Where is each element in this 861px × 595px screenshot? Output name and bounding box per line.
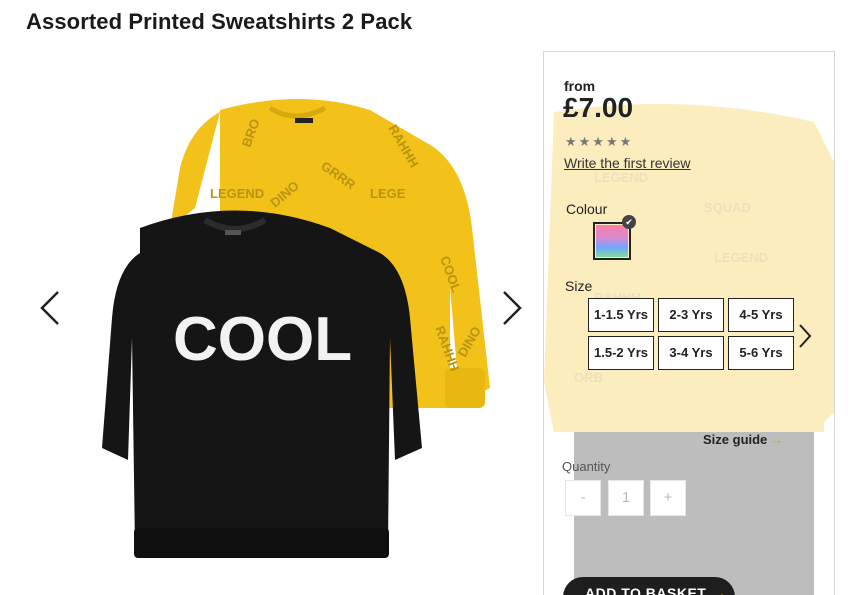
product-image: LEGEND DINO GRRR LEGE RAHHH COOL RAHHH D… [102, 99, 490, 558]
svg-text:LEGEND: LEGEND [714, 250, 768, 265]
previous-image-arrow[interactable] [36, 288, 64, 328]
size-next-arrow[interactable] [797, 322, 813, 355]
size-guide-label: Size guide [703, 432, 768, 447]
product-purchase-panel: LEGEND SQUAD LEGEND RAHHH ORB from £7.00… [543, 51, 835, 595]
add-to-basket-label: ADD TO BASKET [585, 585, 707, 595]
svg-text:LEGEND: LEGEND [594, 170, 648, 185]
product-title: Assorted Printed Sweatshirts 2 Pack [26, 9, 413, 34]
quantity-decrease-button[interactable]: - [565, 480, 601, 516]
svg-text:SQUAD: SQUAD [704, 200, 751, 215]
black-sweatshirt: COOL [102, 210, 422, 558]
size-label: Size [565, 278, 593, 294]
chevron-right-icon [799, 324, 812, 348]
size-option-5-6[interactable]: 5-6 Yrs [728, 336, 794, 370]
svg-text:LEGEND: LEGEND [210, 186, 264, 201]
arrow-right-icon: → [712, 585, 727, 595]
quantity-value[interactable]: 1 [608, 480, 644, 516]
price-amount: £7.00 [563, 92, 634, 123]
write-review-link[interactable]: Write the first review [564, 155, 691, 171]
arrow-right-icon: → [770, 432, 784, 447]
quantity-increase-button[interactable]: + [650, 480, 686, 516]
size-option-4-5[interactable]: 4-5 Yrs [728, 298, 794, 332]
size-option-1-5-2[interactable]: 1.5-2 Yrs [588, 336, 654, 370]
rating-stars: ★★★★★ [565, 134, 634, 149]
svg-text:LEGE: LEGE [370, 186, 406, 201]
size-options: 1-1.5 Yrs 2-3 Yrs 4-5 Yrs 1.5-2 Yrs 3-4 … [588, 298, 798, 376]
selected-check-icon: ✔ [622, 215, 636, 229]
size-option-3-4[interactable]: 3-4 Yrs [658, 336, 724, 370]
size-option-1-1-5[interactable]: 1-1.5 Yrs [588, 298, 654, 332]
size-guide-link[interactable]: Size guide → [703, 432, 783, 447]
quantity-label: Quantity [562, 459, 611, 474]
next-image-arrow[interactable] [498, 288, 526, 328]
size-option-2-3[interactable]: 2-3 Yrs [658, 298, 724, 332]
chevron-right-icon [503, 291, 522, 325]
add-to-basket-button[interactable]: ADD TO BASKET → [563, 577, 735, 595]
product-image-gallery: LEGEND DINO GRRR LEGE RAHHH COOL RAHHH D… [30, 80, 530, 580]
cool-print-text: COOL [173, 305, 352, 374]
colour-label: Colour [566, 201, 608, 217]
chevron-left-icon [40, 291, 59, 325]
